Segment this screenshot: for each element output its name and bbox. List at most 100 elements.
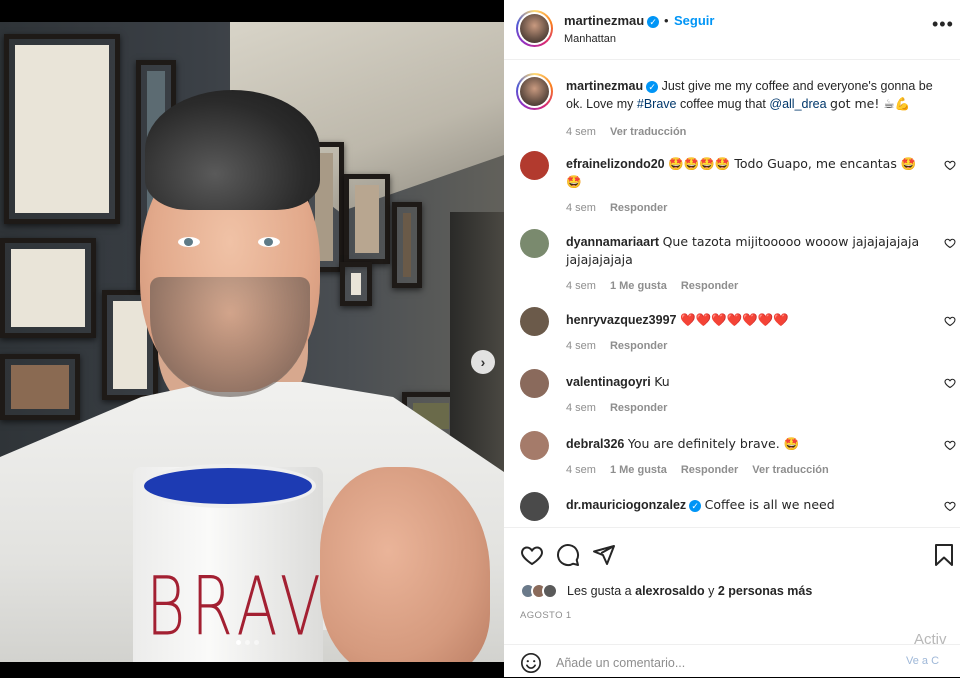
post-header: martinezmau ✓ • Seguir Manhattan ••• (504, 0, 960, 60)
carousel-dot (245, 640, 250, 645)
carousel-next-icon[interactable]: › (471, 350, 495, 374)
carousel-next-glyph: › (480, 354, 486, 370)
commenter-username[interactable]: henryvazquez3997 (566, 313, 676, 327)
comment-age: 4 sem (566, 340, 596, 352)
likes-user[interactable]: alexrosaldo (635, 584, 704, 598)
framed-certificate (0, 238, 96, 338)
caption-age: 4 sem (566, 126, 596, 138)
commenter-avatar[interactable] (520, 492, 549, 521)
share-icon[interactable] (592, 543, 616, 567)
comment-heart-icon[interactable] (944, 237, 956, 252)
comment-heart-icon[interactable] (944, 500, 956, 515)
caption-meta: 4 sem Ver traducción (566, 123, 936, 141)
comment-age: 4 sem (566, 202, 596, 214)
emoji-icon[interactable] (520, 652, 542, 674)
verified-badge-icon: ✓ (689, 499, 702, 512)
author-username[interactable]: martinezmau ✓ (564, 13, 660, 28)
photo-hair (145, 90, 320, 210)
comment-likes-count[interactable]: 1 Me gusta (610, 280, 667, 292)
photo-eye-left (178, 237, 200, 247)
comment-body: dyannamariaart Que tazota mijitooooo woo… (566, 233, 926, 295)
reply-button[interactable]: Responder (610, 340, 667, 352)
commenter-avatar[interactable] (520, 307, 549, 336)
comment-meta: 4 sem Responder (566, 399, 926, 417)
commenter-avatar[interactable] (520, 369, 549, 398)
reply-button[interactable]: Responder (681, 525, 738, 526)
mug-rim (140, 464, 316, 508)
bookmark-icon[interactable] (932, 543, 956, 567)
comment-text: You are definitely brave. 🤩 (627, 436, 800, 451)
comment-meta: 4 sem Responder (566, 337, 926, 355)
comment-body: dr.mauriciogonzalez ✓ Coffee is all we ne… (566, 496, 926, 526)
likes-others[interactable]: 2 personas más (718, 584, 813, 598)
more-options-icon[interactable]: ••• (932, 14, 954, 35)
liker-avatar (542, 583, 558, 599)
activation-watermark: Activ (914, 631, 947, 648)
framed-portrait (4, 34, 120, 224)
comment-body: valentinagoyri Ku 4 sem Responder (566, 373, 926, 417)
comment-age: 4 sem (566, 525, 596, 526)
photo-hand (320, 467, 490, 662)
caption-username[interactable]: martinezmau (566, 79, 643, 93)
reply-button[interactable]: Responder (610, 402, 667, 414)
likes-middle: y (708, 584, 715, 598)
verified-badge-icon: ✓ (647, 15, 660, 28)
translate-link[interactable]: Ver traducción (752, 464, 828, 476)
commenter-username[interactable]: efrainelizondo20 (566, 157, 665, 171)
caption-hashtag[interactable]: #Brave (637, 97, 677, 111)
comment-likes-count[interactable]: 1 Me gusta (610, 464, 667, 476)
comment-meta: 4 sem Responder (566, 199, 926, 217)
comment-text: Coffee is all we need (704, 497, 835, 512)
commenter-username[interactable]: valentinagoyri (566, 375, 651, 389)
commenter-username[interactable]: debral326 (566, 437, 624, 451)
heart-icon[interactable] (520, 543, 544, 567)
framed-art-3 (392, 202, 422, 288)
commenter-username[interactable]: dyannamariaart (566, 235, 659, 249)
comment-icon[interactable] (556, 543, 580, 567)
author-username-text: martinezmau (564, 13, 645, 28)
commenter-username[interactable]: dr.mauriciogonzalez (566, 498, 686, 512)
header-separator: • (664, 13, 669, 28)
comment-likes-count[interactable]: 1 Me gusta (610, 525, 667, 526)
caption-translate-link[interactable]: Ver traducción (610, 126, 686, 138)
caption-mention[interactable]: @all_drea (769, 97, 826, 111)
commenter-avatar[interactable] (520, 229, 549, 258)
comment-age: 4 sem (566, 402, 596, 414)
reply-button[interactable]: Responder (610, 202, 667, 214)
likes-text: Les gusta a alexrosaldo y 2 personas más (567, 584, 812, 598)
comment-body: efrainelizondo20 🤩🤩🤩🤩 Todo Guapo, me enc… (566, 155, 926, 217)
post-location[interactable]: Manhattan (564, 33, 616, 45)
comments-list[interactable]: martinezmau ✓ Just give me my coffee and … (504, 61, 960, 526)
comment-heart-icon[interactable] (944, 439, 956, 454)
framed-art-4 (340, 262, 372, 306)
carousel-dots (236, 640, 259, 645)
likes-prefix: Les gusta a (567, 584, 632, 598)
comment-heart-icon[interactable] (944, 315, 956, 330)
post-actions: Les gusta a alexrosaldo y 2 personas más… (504, 527, 960, 677)
author-avatar[interactable] (516, 10, 553, 47)
follow-button[interactable]: Seguir (674, 13, 714, 28)
translate-link[interactable]: Ver traducción (752, 525, 828, 526)
comment-meta: 4 sem 1 Me gusta Responder Ver traducción (566, 522, 926, 526)
comment-input[interactable] (556, 656, 856, 670)
comment-heart-icon[interactable] (944, 377, 956, 392)
reply-button[interactable]: Responder (681, 280, 738, 292)
comment-age: 4 sem (566, 280, 596, 292)
activation-watermark-sub: Ve a C (906, 655, 940, 667)
comment-age: 4 sem (566, 464, 596, 476)
comment-meta: 4 sem 1 Me gusta Responder (566, 277, 926, 295)
caption-text: martinezmau ✓ Just give me my coffee and … (566, 77, 936, 141)
comment-body: debral326 You are definitely brave. 🤩 4 s… (566, 435, 926, 479)
commenter-avatar[interactable] (520, 431, 549, 460)
carousel-dot (254, 640, 259, 645)
comment-meta: 4 sem 1 Me gusta Responder Ver traducción (566, 461, 926, 479)
comment-body: henryvazquez3997 ❤️❤️❤️❤️❤️❤️❤️ 4 sem Resp… (566, 311, 926, 355)
caption-avatar[interactable] (516, 73, 553, 110)
post-details-panel: martinezmau ✓ • Seguir Manhattan ••• mart… (504, 0, 960, 677)
reply-button[interactable]: Responder (681, 464, 738, 476)
commenter-avatar[interactable] (520, 151, 549, 180)
framed-art-2 (344, 174, 390, 264)
post-photo[interactable]: BRAVE › (0, 22, 504, 662)
comment-heart-icon[interactable] (944, 159, 956, 174)
likes-summary[interactable]: Les gusta a alexrosaldo y 2 personas más (520, 583, 812, 599)
